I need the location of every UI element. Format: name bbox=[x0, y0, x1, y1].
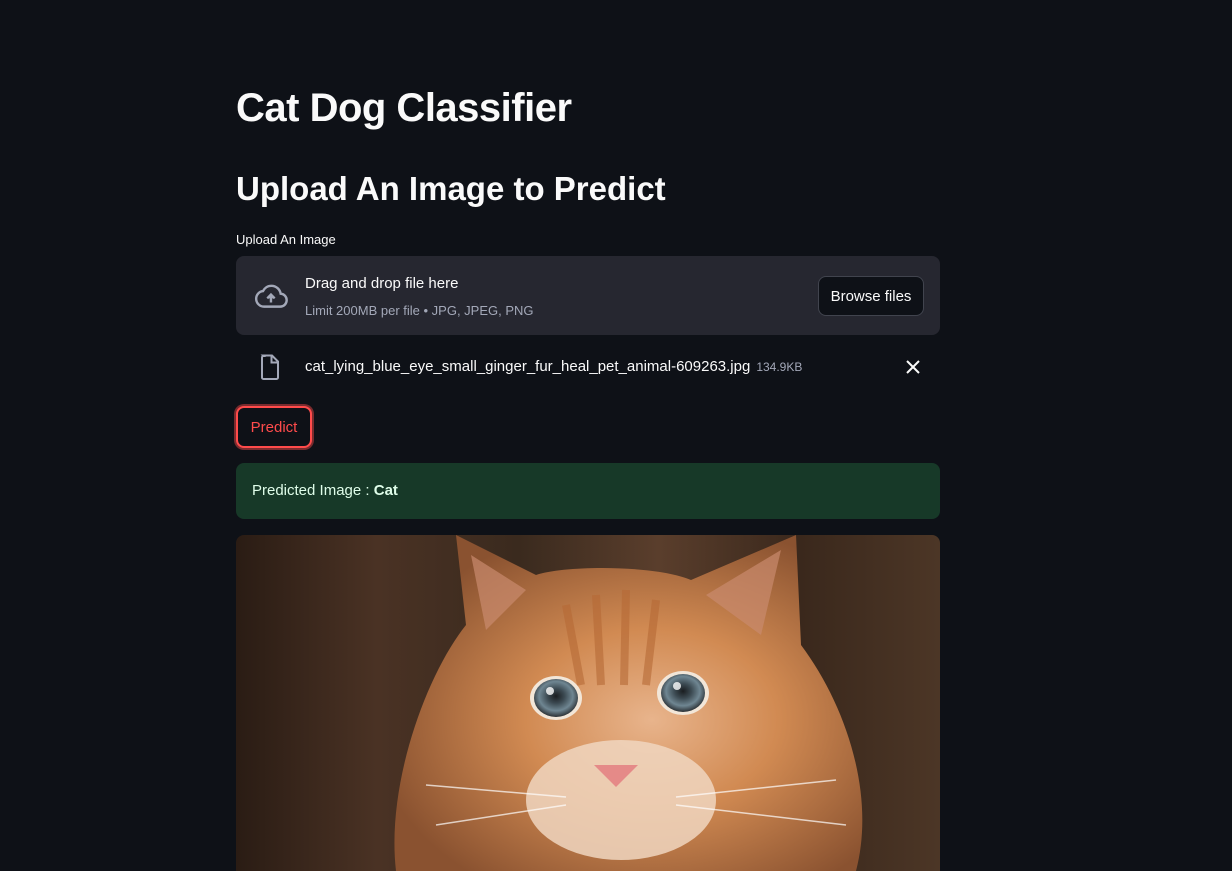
file-name-text: cat_lying_blue_eye_small_ginger_fur_heal… bbox=[305, 358, 751, 375]
result-value: Cat bbox=[373, 482, 398, 499]
browse-files-button[interactable]: Browse files bbox=[818, 276, 924, 316]
uploaded-file-row: cat_lying_blue_eye_small_ginger_fur_heal… bbox=[236, 348, 940, 386]
file-size: 134.9KB bbox=[756, 360, 803, 374]
uploader-label: Upload An Image bbox=[236, 232, 336, 247]
prediction-result: Predicted Image : Cat bbox=[236, 463, 940, 519]
cloud-upload-icon bbox=[254, 284, 288, 308]
page-title: Cat Dog Classifier bbox=[236, 86, 572, 130]
page-subtitle: Upload An Image to Predict bbox=[236, 170, 666, 207]
uploaded-file-name: cat_lying_blue_eye_small_ginger_fur_heal… bbox=[305, 358, 802, 375]
dropzone-limit: Limit 200MB per file • JPG, JPEG, PNG bbox=[305, 303, 534, 318]
file-dropzone[interactable]: Drag and drop file here Limit 200MB per … bbox=[236, 256, 940, 335]
cat-image bbox=[394, 535, 863, 871]
uploaded-image-preview bbox=[236, 535, 940, 871]
file-icon bbox=[260, 354, 279, 380]
result-prefix: Predicted Image : bbox=[252, 482, 374, 499]
predict-button[interactable]: Predict bbox=[236, 406, 312, 448]
dropzone-instructions: Drag and drop file here bbox=[305, 275, 459, 292]
remove-file-button[interactable] bbox=[904, 358, 922, 376]
